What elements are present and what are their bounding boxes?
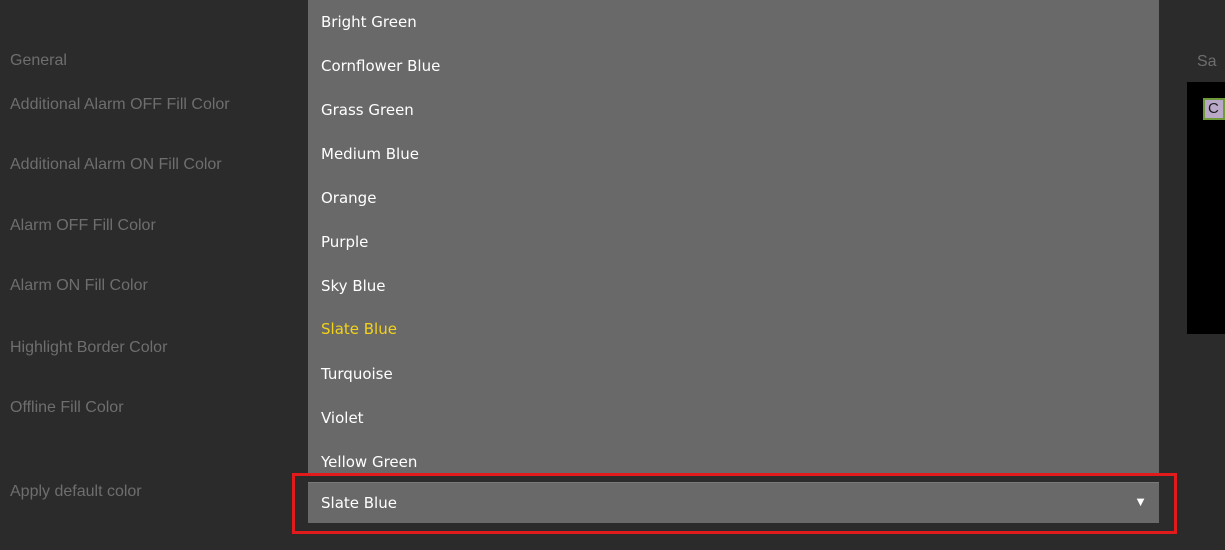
sample-preview-panel: C — [1187, 82, 1225, 334]
chevron-down-icon[interactable]: ▼ — [1134, 494, 1147, 509]
dropdown-option-sky-blue[interactable]: Sky Blue — [321, 277, 386, 295]
dropdown-option-cornflower-blue[interactable]: Cornflower Blue — [321, 57, 440, 75]
sample-label: Sa — [1197, 53, 1217, 70]
label-alarm-off-fill-color: Alarm OFF Fill Color — [10, 217, 156, 234]
color-dropdown-list: Bright Green Cornflower Blue Grass Green… — [308, 0, 1159, 476]
dropdown-option-orange[interactable]: Orange — [321, 189, 376, 207]
dropdown-option-purple[interactable]: Purple — [321, 233, 368, 251]
select-current-value: Slate Blue — [321, 494, 397, 512]
label-general: General — [10, 52, 67, 69]
dropdown-option-yellow-green[interactable]: Yellow Green — [321, 453, 417, 471]
label-apply-default-color: Apply default color — [10, 483, 142, 500]
label-highlight-border-color: Highlight Border Color — [10, 339, 168, 356]
sample-swatch: C — [1203, 98, 1225, 120]
label-alarm-on-fill-color: Alarm ON Fill Color — [10, 277, 148, 294]
property-labels-panel: General Additional Alarm OFF Fill Color … — [0, 0, 308, 550]
dropdown-option-turquoise[interactable]: Turquoise — [321, 365, 393, 383]
label-additional-alarm-off-fill-color: Additional Alarm OFF Fill Color — [10, 96, 230, 113]
label-additional-alarm-on-fill-color: Additional Alarm ON Fill Color — [10, 156, 222, 173]
dropdown-option-violet[interactable]: Violet — [321, 409, 364, 427]
dropdown-option-slate-blue[interactable]: Slate Blue — [321, 320, 397, 338]
dropdown-option-medium-blue[interactable]: Medium Blue — [321, 145, 419, 163]
apply-default-color-select[interactable]: Slate Blue ▼ — [308, 482, 1159, 523]
dropdown-option-grass-green[interactable]: Grass Green — [321, 101, 414, 119]
label-offline-fill-color: Offline Fill Color — [10, 399, 124, 416]
dropdown-option-bright-green[interactable]: Bright Green — [321, 13, 417, 31]
